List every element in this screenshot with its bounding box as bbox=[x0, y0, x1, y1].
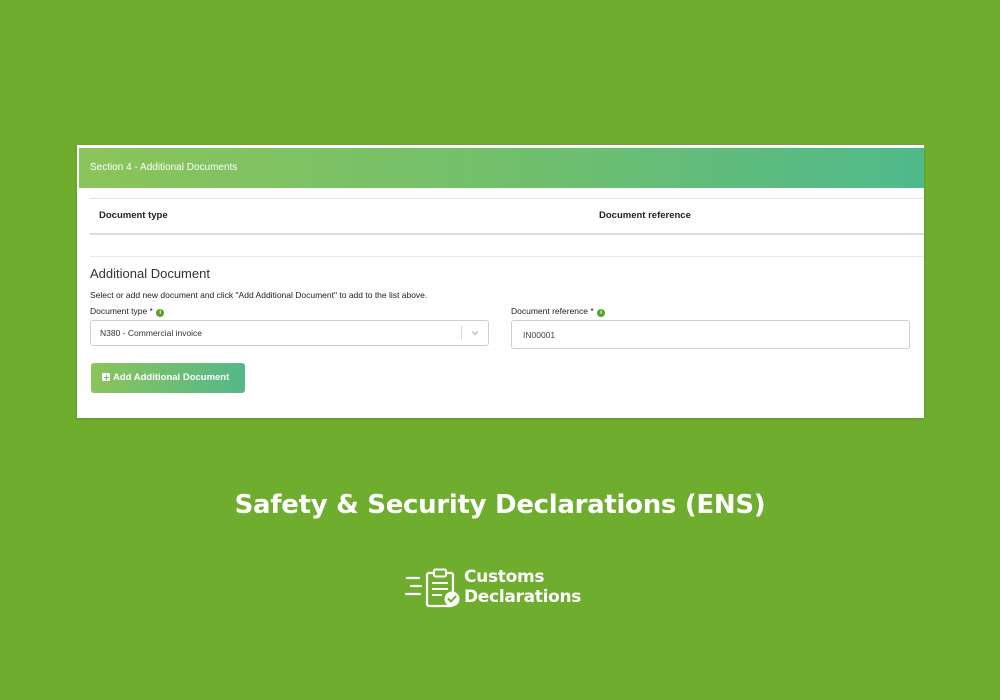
additional-documents-panel: Section 4 - Additional Documents Documen… bbox=[77, 145, 924, 418]
clipboard-check-icon bbox=[405, 568, 460, 608]
brand-line-2: Declarations bbox=[464, 587, 582, 607]
add-button-label: Add Additional Document bbox=[113, 372, 230, 383]
brand-line-1: Customs bbox=[464, 567, 545, 587]
info-icon[interactable]: i bbox=[156, 309, 165, 317]
column-header-document-reference: Document reference bbox=[599, 210, 691, 221]
plus-square-icon bbox=[102, 373, 110, 381]
section-header: Section 4 - Additional Documents bbox=[79, 148, 924, 188]
document-reference-input[interactable] bbox=[511, 320, 910, 349]
column-header-document-type: Document type bbox=[99, 210, 168, 221]
document-reference-label-text: Document reference * bbox=[511, 306, 594, 316]
document-type-select[interactable]: N380 - Commercial invoice bbox=[90, 320, 489, 346]
select-separator bbox=[461, 326, 462, 340]
document-type-selected-value: N380 - Commercial invoice bbox=[100, 328, 203, 338]
info-icon[interactable]: i bbox=[597, 309, 606, 317]
documents-table-header: Document type Document reference bbox=[90, 199, 924, 235]
subsection-title: Additional Document bbox=[90, 266, 210, 281]
add-additional-document-button[interactable]: Add Additional Document bbox=[91, 363, 245, 393]
table-bottom-divider bbox=[90, 256, 924, 257]
document-type-label-text: Document type * bbox=[90, 306, 153, 316]
page-caption: Safety & Security Declarations (ENS) bbox=[234, 490, 766, 520]
help-text: Select or add new document and click "Ad… bbox=[90, 290, 428, 300]
brand-wordmark: Customs Declarations bbox=[464, 567, 581, 607]
document-reference-label: Document reference * i bbox=[511, 306, 606, 317]
document-type-label: Document type * i bbox=[90, 306, 165, 317]
chevron-down-icon[interactable] bbox=[470, 328, 480, 338]
brand-logo-lockup: Customs Declarations bbox=[405, 566, 595, 612]
